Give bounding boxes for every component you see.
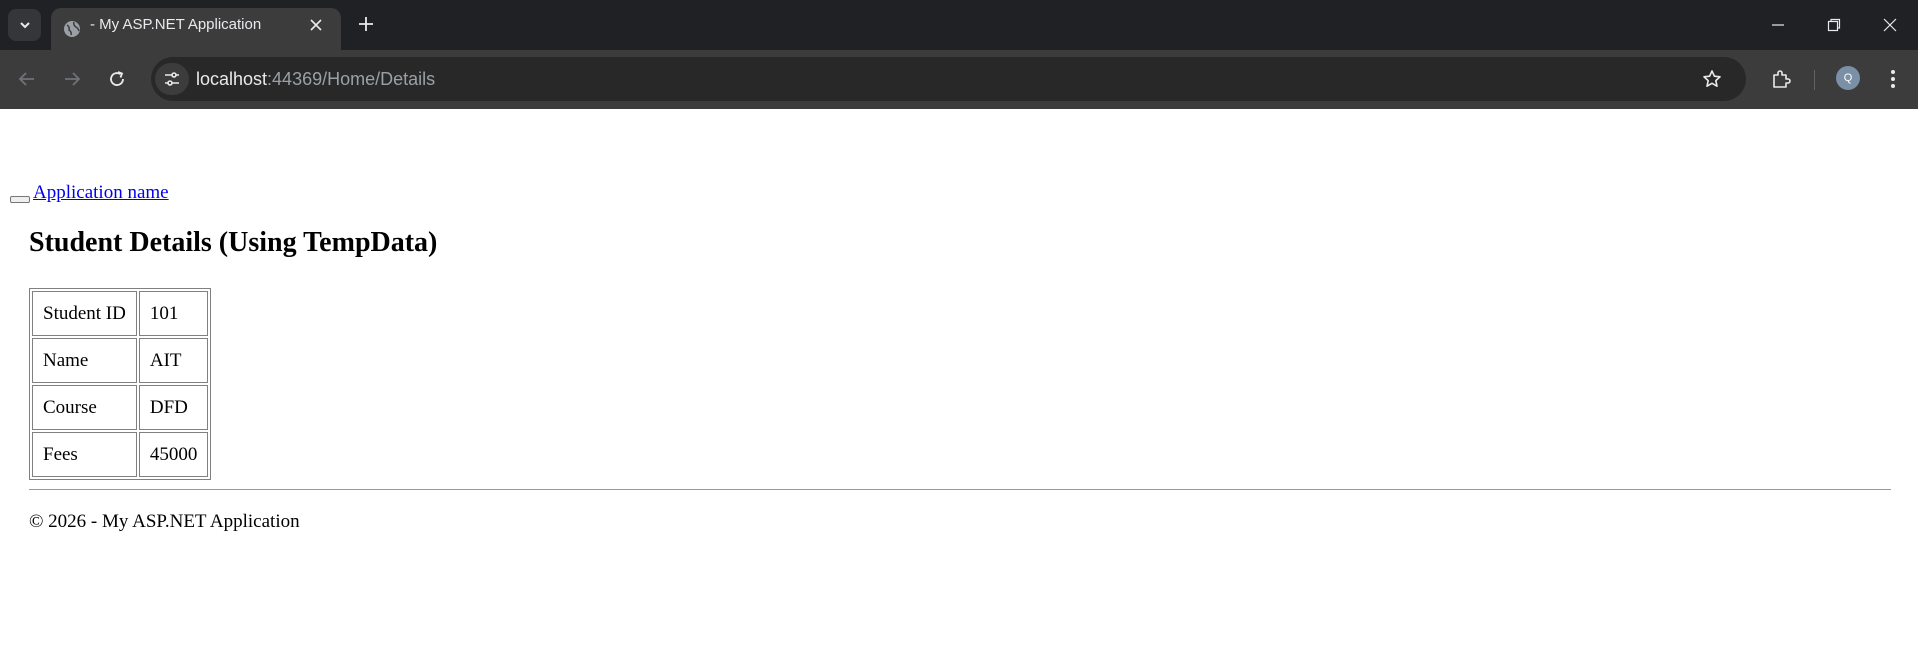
- bookmark-button[interactable]: [1700, 67, 1724, 91]
- row-label: Student ID: [32, 291, 137, 336]
- reload-icon: [110, 71, 124, 86]
- row-value: 45000: [138, 432, 209, 477]
- table-row: Student ID 101: [32, 291, 209, 336]
- url-path: :44369/Home/Details: [267, 69, 436, 89]
- toolbar-separator: [1814, 70, 1815, 90]
- row-value: AIT: [138, 338, 209, 383]
- tab-close-button[interactable]: [306, 15, 326, 35]
- arrow-left-icon: [18, 72, 34, 86]
- close-icon: [310, 19, 322, 31]
- plus-icon: [359, 17, 373, 31]
- tab-strip: - My ASP.NET Application: [0, 0, 1918, 50]
- row-label: Name: [32, 338, 137, 383]
- back-button[interactable]: [11, 63, 43, 95]
- page-content: Application name Student Details (Using …: [0, 109, 1918, 663]
- address-bar[interactable]: localhost:44369/Home/Details: [151, 57, 1746, 101]
- site-info-button[interactable]: [155, 63, 189, 95]
- url-text[interactable]: localhost:44369/Home/Details: [196, 57, 435, 101]
- table-row: Course DFD: [32, 385, 209, 430]
- profile-avatar[interactable]: Q: [1836, 66, 1860, 90]
- arrow-right-icon: [65, 72, 81, 86]
- table-row: Fees 45000: [32, 432, 209, 477]
- url-host: localhost: [196, 69, 268, 89]
- browser-toolbar: localhost:44369/Home/Details: [0, 50, 1918, 109]
- footer-copyright: © 2026 - My ASP.NET Application: [29, 511, 300, 532]
- globe-icon: [64, 21, 80, 37]
- tune-icon: [165, 72, 179, 86]
- minimize-button[interactable]: [1750, 0, 1806, 50]
- table-row: Name AIT: [32, 338, 209, 383]
- extensions-button[interactable]: [1765, 63, 1797, 95]
- forward-button[interactable]: [56, 63, 88, 95]
- close-window-button[interactable]: [1862, 0, 1918, 50]
- more-vertical-icon: [1891, 70, 1895, 88]
- reload-button[interactable]: [101, 63, 133, 95]
- row-label: Course: [32, 385, 137, 430]
- close-icon: [1883, 18, 1897, 32]
- browser-menu-button[interactable]: [1877, 63, 1909, 95]
- footer-divider: [29, 489, 1891, 490]
- minimize-icon: [1772, 24, 1784, 26]
- tab-title: - My ASP.NET Application: [90, 16, 262, 33]
- navbar-toggle-button[interactable]: [10, 196, 30, 203]
- row-value: 101: [138, 291, 209, 336]
- restore-button[interactable]: [1806, 0, 1862, 50]
- brand-link[interactable]: Application name: [33, 182, 169, 204]
- star-icon: [1703, 70, 1721, 87]
- puzzle-icon: [1773, 70, 1791, 88]
- page-title: Student Details (Using TempData): [29, 227, 438, 258]
- row-value: DFD: [138, 385, 209, 430]
- new-tab-button[interactable]: [352, 10, 380, 38]
- chevron-down-icon: [19, 22, 30, 29]
- restore-icon: [1827, 18, 1841, 32]
- tab-search-button[interactable]: [8, 9, 41, 41]
- row-label: Fees: [32, 432, 137, 477]
- browser-tab[interactable]: - My ASP.NET Application: [51, 8, 341, 50]
- student-details-table: Student ID 101 Name AIT Course DFD Fees …: [29, 288, 212, 480]
